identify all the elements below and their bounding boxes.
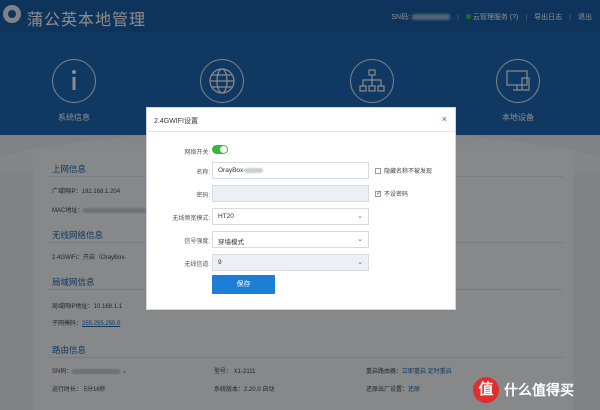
channel-select[interactable]: 9 ⌄	[212, 254, 369, 271]
wifi-settings-dialog: 2.4GWIFI设置 × 网络开关: 名称: OrayBox- 隐藏名称不被发现…	[146, 107, 456, 310]
dialog-title: 2.4GWIFI设置	[154, 118, 198, 125]
hide-name-option[interactable]: 隐藏名称不被发现	[375, 166, 432, 175]
bandwidth-select[interactable]: HT20 ⌄	[212, 208, 369, 225]
switch-label: 网络开关:	[184, 150, 210, 156]
name-row: 名称: OrayBox- 隐藏名称不被发现	[147, 162, 457, 179]
no-password-checkbox[interactable]	[375, 189, 382, 197]
watermark-text: 什么值得买	[504, 382, 574, 398]
name-label: 名称:	[196, 170, 210, 176]
signal-select[interactable]: 穿墙模式 ⌄	[212, 231, 369, 248]
signal-label: 信号强度:	[184, 239, 210, 245]
no-password-option[interactable]: 不设密码	[375, 189, 408, 198]
switch-row: 网络开关:	[147, 142, 457, 159]
channel-row: 无线信道: 9 ⌄	[147, 254, 457, 271]
close-icon[interactable]: ×	[442, 114, 447, 124]
bandwidth-label: 无线频宽模式:	[172, 216, 210, 222]
password-input[interactable]	[212, 185, 369, 202]
wifi-switch-toggle[interactable]	[212, 145, 228, 154]
dialog-header: 2.4GWIFI设置 ×	[147, 108, 455, 132]
chevron-down-icon: ⌄	[357, 213, 363, 220]
save-button[interactable]: 保存	[212, 275, 275, 294]
chevron-down-icon: ⌄	[357, 259, 363, 266]
hide-name-checkbox[interactable]	[375, 168, 381, 174]
password-label: 密码:	[196, 193, 210, 199]
chevron-down-icon: ⌄	[357, 236, 363, 243]
password-row: 密码: 不设密码	[147, 185, 457, 202]
bandwidth-row: 无线频宽模式: HT20 ⌄	[147, 208, 457, 225]
ssid-input[interactable]: OrayBox-	[212, 162, 369, 179]
watermark: 值 什么值得买	[473, 377, 574, 403]
watermark-logo-icon: 值	[473, 377, 499, 403]
channel-label: 无线信道:	[184, 262, 210, 268]
signal-row: 信号强度: 穿墙模式 ⌄	[147, 231, 457, 248]
